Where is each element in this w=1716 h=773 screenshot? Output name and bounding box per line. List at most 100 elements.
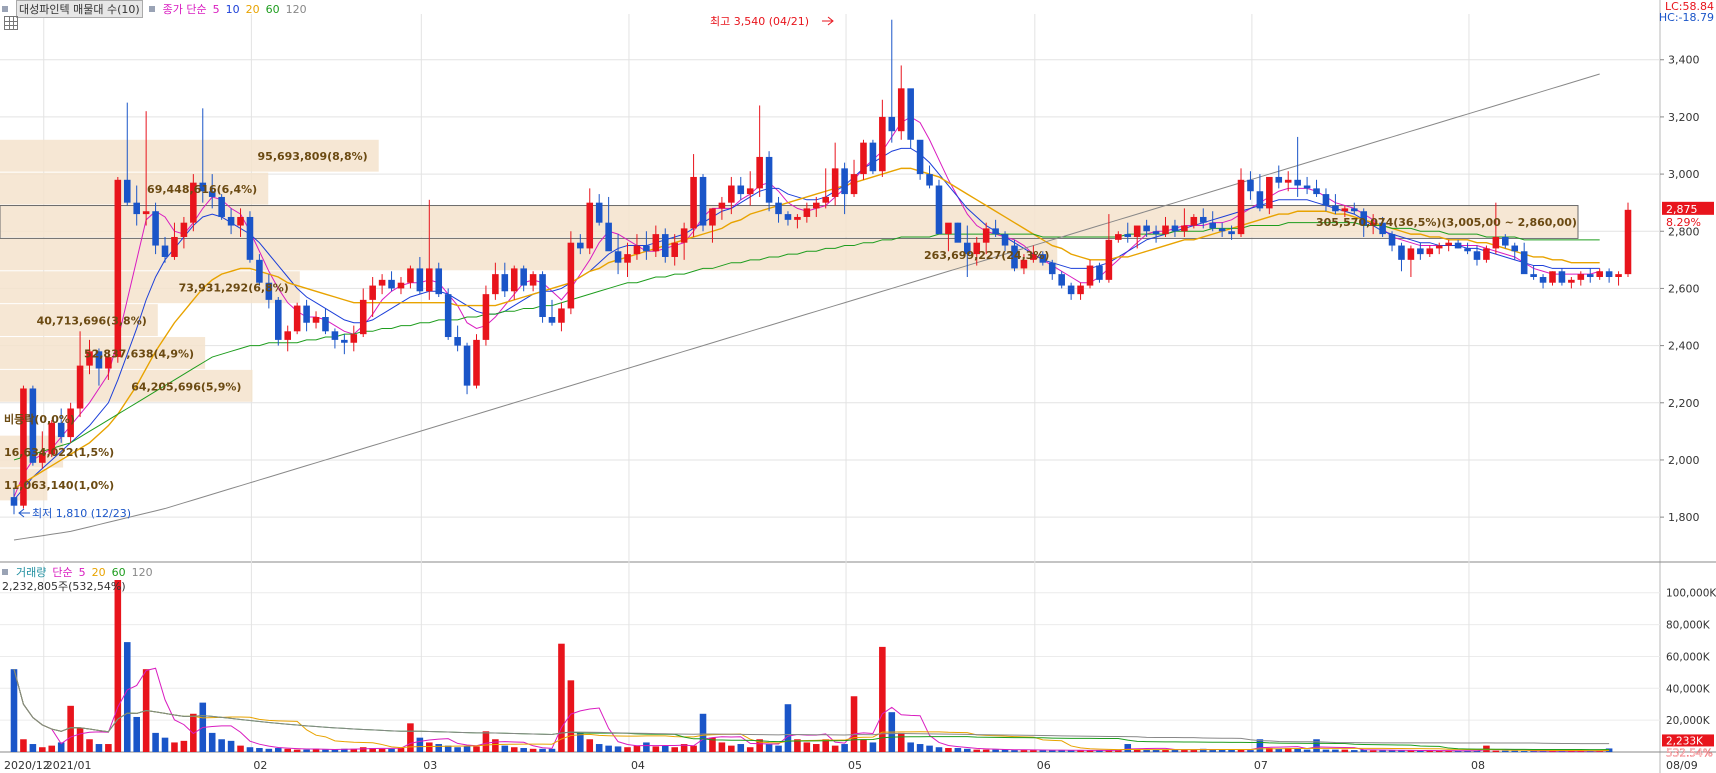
volume-bar: [812, 744, 820, 752]
volume-bar: [850, 696, 858, 752]
volume-bar: [775, 745, 782, 752]
x-tick-label-5: 05: [848, 759, 862, 772]
volume-bar: [1379, 750, 1386, 752]
volume-profile-label-6: 52,837,638(4,9%): [84, 347, 194, 360]
candle-body: [643, 245, 650, 252]
volume-bar: [171, 742, 178, 752]
candle-body: [246, 216, 254, 260]
volume-bar: [246, 747, 254, 752]
candle-body: [775, 202, 782, 215]
candle-body: [1596, 271, 1603, 277]
volume-bar: [161, 737, 169, 752]
volume-bar: [964, 748, 971, 752]
candle-body: [812, 202, 820, 209]
chart-canvas[interactable]: 3,4003,2003,0002,8002,6002,4002,2002,000…: [0, 0, 1716, 773]
candle-body: [1124, 234, 1132, 237]
volume-bar: [208, 732, 216, 752]
candle-body: [1388, 234, 1396, 246]
volume-bar: [586, 739, 594, 752]
candle-body: [510, 268, 518, 292]
volume-ma-20-line: [13, 669, 1610, 752]
price-tick-label-8: 1,800: [1668, 511, 1700, 524]
candle-body: [1350, 208, 1358, 212]
candle-body: [1577, 274, 1585, 280]
volume-tick-label-1: 80,000K: [1666, 620, 1711, 632]
candle-body: [1615, 274, 1622, 277]
candle-body: [1181, 225, 1188, 232]
stock-chart[interactable]: 3,400 3,200 3,000 2,800 2,600 2,400 2,200 2,000…: [0, 0, 1716, 773]
candle-body: [312, 317, 320, 323]
candle-body: [1048, 262, 1056, 275]
candle-body: [350, 334, 358, 343]
candle-body: [1143, 225, 1150, 232]
volume-bar: [614, 746, 622, 752]
candle-body: [303, 305, 310, 323]
volume-bar: [39, 747, 46, 752]
price-tick-label-1: 3,200: [1668, 111, 1700, 124]
x-tick-label-9: 08/09: [1666, 759, 1698, 772]
candle-body: [577, 242, 584, 249]
candle-body: [1105, 239, 1113, 280]
candle-body: [369, 285, 376, 300]
candle-body: [407, 268, 414, 283]
candle-body: [1407, 248, 1415, 260]
candle-body: [435, 268, 443, 295]
candle-body: [756, 156, 763, 189]
volume-bar: [76, 728, 84, 752]
volume-bar: [803, 742, 811, 752]
volume-bar: [105, 744, 112, 752]
volume-bar: [548, 748, 556, 752]
high-arrow-icon: [822, 16, 834, 26]
candle-body: [1171, 225, 1179, 232]
volume-profile-label-8: 비등락(0,0%): [4, 412, 75, 426]
x-tick-label-4: 04: [631, 759, 645, 772]
volume-tick-label-4: 20,000K: [1666, 715, 1711, 727]
volume-bar: [897, 732, 905, 752]
candle-body: [501, 274, 509, 292]
volume-bar: [1313, 739, 1320, 752]
volume-tick-label-3: 40,000K: [1666, 683, 1711, 695]
volume-bar: [577, 732, 584, 752]
candle-body: [1275, 176, 1283, 183]
candle-body: [1539, 276, 1547, 283]
candle-body: [831, 168, 839, 197]
volume-bar: [501, 745, 509, 752]
candle-body: [171, 236, 178, 257]
volume-bar: [492, 739, 499, 752]
volume-bar: [1502, 750, 1509, 752]
volume-bar: [133, 716, 140, 752]
volume-bar: [435, 744, 443, 752]
price-legend: 대성파인텍 매물대 수(10) 종가 단순 5 10 20 60 120: [2, 0, 307, 18]
x-tick-label-1: 2021/01: [46, 759, 92, 772]
candle-body: [803, 208, 811, 217]
volume-bar: [746, 747, 754, 752]
price-tick-label-0: 3,400: [1668, 54, 1700, 67]
indicator-label[interactable]: 대성파인텍 매물대 수(10): [16, 0, 143, 18]
volume-bar: [765, 744, 773, 752]
legend-marker-icon: [148, 6, 155, 12]
candle-body: [850, 174, 858, 195]
volume-bar: [831, 745, 839, 752]
candle-body: [614, 251, 622, 263]
candle-body: [1058, 274, 1065, 286]
volume-bar: [265, 748, 273, 752]
candle-body: [1511, 245, 1519, 252]
table-icon[interactable]: [4, 16, 18, 30]
volume-bar: [1124, 744, 1132, 752]
low-annotation: 최저 1,810 (12/23): [32, 507, 131, 520]
candle-body: [520, 268, 527, 286]
volume-ma-5-line: [13, 667, 1610, 752]
price-tick-label-5: 2,400: [1668, 340, 1700, 353]
candle-body: [1266, 176, 1273, 209]
volume-bar: [274, 748, 282, 752]
volume-ma-60-line: [13, 669, 1610, 751]
volume-badge: 2,233K: [1666, 735, 1704, 747]
candle-body: [1435, 245, 1443, 249]
volume-bar: [935, 747, 943, 752]
candle-body: [492, 274, 499, 295]
volume-bar: [510, 747, 518, 752]
price-tick-label-2: 3,000: [1668, 168, 1700, 181]
candle-body: [378, 279, 386, 286]
x-tick-label-2: 02: [253, 759, 267, 772]
candle-body: [359, 299, 367, 335]
